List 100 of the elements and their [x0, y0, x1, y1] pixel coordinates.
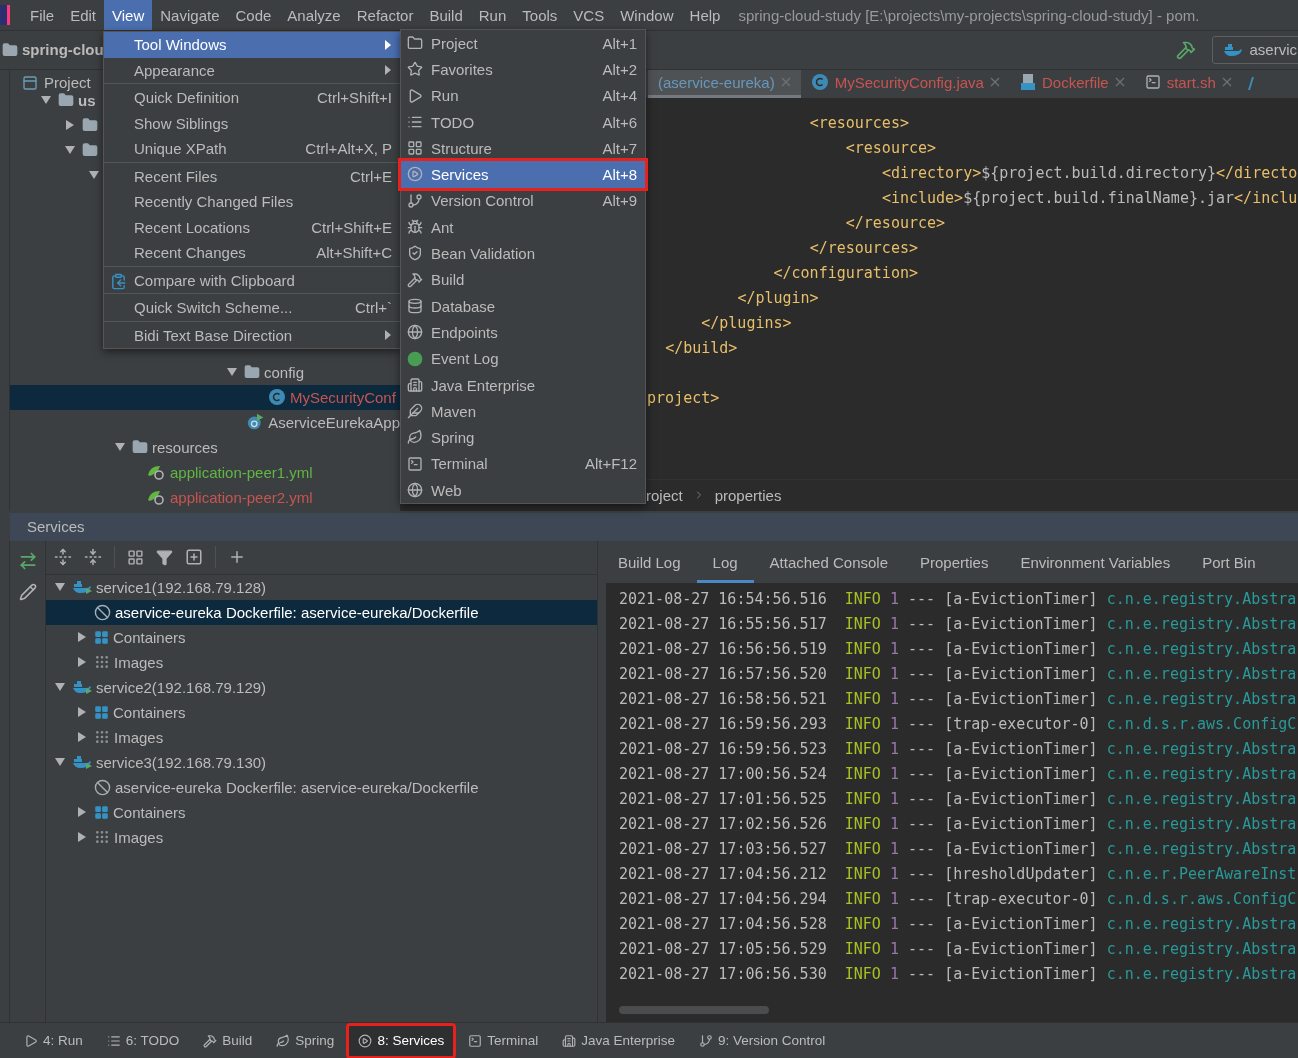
tool-window-button[interactable]: Spring	[266, 1024, 345, 1057]
menu-item[interactable]: TODO Alt+6	[401, 108, 645, 136]
menu-item[interactable]: Recent Files Ctrl+E	[104, 163, 400, 189]
expanded-arrow-icon[interactable]	[54, 681, 66, 693]
service-tree-item[interactable]: aservice-eureka Dockerfile: aservice-eureka/Dockerfile	[115, 778, 479, 796]
collapsed-arrow-icon[interactable]	[64, 119, 76, 132]
edit-icon[interactable]	[18, 582, 37, 601]
service-tree-item[interactable]: Images	[114, 828, 164, 846]
menu-item[interactable]: Event Log	[401, 345, 645, 372]
log-tab[interactable]: Properties	[904, 544, 1005, 583]
menu-item[interactable]: Web	[401, 477, 645, 504]
menu-item[interactable]: Unique XPath Ctrl+Alt+X, P	[104, 136, 400, 162]
collapse-all-icon[interactable]	[84, 548, 102, 566]
collapsed-arrow-icon[interactable]	[76, 706, 88, 718]
menu-item[interactable]: Quick Definition Ctrl+Shift+I	[104, 85, 400, 111]
menu-item[interactable]: View	[104, 0, 153, 30]
menu-item[interactable]: Terminal Alt+F12	[401, 450, 645, 478]
breadcrumb-item[interactable]: roject	[646, 486, 683, 504]
containers-icon	[94, 629, 109, 645]
panel-title[interactable]: Project	[44, 74, 91, 92]
expanded-arrow-icon[interactable]	[54, 581, 66, 593]
menu-item[interactable]: Compare with Clipboard	[104, 267, 400, 293]
menu-item[interactable]: Run	[470, 0, 515, 30]
tree-item[interactable]: resources	[152, 438, 218, 456]
tree-item[interactable]: AserviceEurekaApp	[268, 413, 400, 431]
service-tree-item[interactable]: service2(192.168.79.129)	[96, 678, 267, 696]
collapsed-arrow-icon[interactable]	[76, 806, 88, 818]
service-tree-item[interactable]: Containers	[113, 803, 186, 821]
tool-window-button[interactable]: 9: Version Control	[688, 1024, 836, 1057]
tree-item[interactable]: application-peer1.yml	[170, 463, 313, 481]
menu-item[interactable]: Endpoints	[401, 319, 645, 346]
expand-all-icon[interactable]	[54, 548, 72, 566]
menu-item[interactable]: Tools	[514, 0, 566, 30]
menu-item[interactable]: Bean Validation	[401, 240, 645, 267]
menu-item[interactable]: Refactor	[348, 0, 422, 30]
menu-item[interactable]: Code	[227, 0, 280, 30]
tool-window-button[interactable]: 4: Run	[14, 1024, 93, 1057]
menu-item[interactable]: Appearance	[104, 57, 400, 83]
add-service-icon[interactable]	[185, 548, 203, 566]
log-tab[interactable]: Environment Variables	[1004, 544, 1187, 583]
collapsed-arrow-icon[interactable]	[76, 831, 88, 843]
filter-icon[interactable]	[156, 548, 173, 566]
menu-item[interactable]: Quick Switch Scheme... Ctrl+`	[104, 295, 400, 321]
collapsed-arrow-icon[interactable]	[76, 731, 88, 743]
menu-item[interactable]: Edit	[62, 0, 105, 30]
menu-item[interactable]: Services Alt+8	[401, 161, 645, 188]
service-tree-item[interactable]: service3(192.168.79.130)	[96, 753, 267, 771]
tool-window-button[interactable]: 6: TODO	[96, 1024, 190, 1057]
tool-window-button[interactable]: Java Enterprise	[552, 1024, 685, 1057]
menu-item[interactable]: VCS	[565, 0, 613, 30]
breadcrumb-item[interactable]: spring-clou	[22, 41, 104, 59]
menu-item[interactable]: Database	[401, 292, 645, 320]
menu-item[interactable]: Spring	[401, 424, 645, 451]
scrollbar-thumb[interactable]	[619, 1006, 769, 1015]
menu-item[interactable]: Favorites Alt+2	[401, 56, 645, 83]
tree-item[interactable]: MySecurityConf	[290, 388, 396, 406]
service-tree-item[interactable]: Containers	[113, 628, 186, 646]
log-tab[interactable]: Build Log	[602, 544, 697, 583]
menu-item[interactable]: Analyze	[279, 0, 349, 30]
shield-icon	[407, 245, 423, 262]
collapsed-arrow-icon[interactable]	[76, 656, 88, 668]
service-tree-item[interactable]: Images	[114, 653, 164, 671]
menu-item[interactable]: Recent Locations Ctrl+Shift+E	[104, 214, 400, 240]
menu-item[interactable]: Build	[421, 0, 471, 30]
tool-window-button[interactable]: 8: Services	[348, 1024, 455, 1057]
log-tab[interactable]: Port Bin	[1186, 544, 1272, 583]
menu-item[interactable]: File	[22, 0, 63, 30]
menu-item[interactable]: Java Enterprise	[401, 371, 645, 399]
menu-item[interactable]: Project Alt+1	[401, 30, 645, 57]
log-tab[interactable]: Attached Console	[753, 544, 904, 583]
add-icon[interactable]	[228, 548, 246, 566]
menu-item[interactable]: Version Control Alt+9	[401, 187, 645, 215]
menu-item[interactable]: Window	[612, 0, 682, 30]
collapsed-arrow-icon[interactable]	[76, 631, 88, 643]
menu-item[interactable]: Show Siblings	[104, 110, 400, 136]
log-line: 2021-08-27 17:06:56.530 INFO 1 --- [a-EvictionTimer] c.n.e.registry.Abstra	[619, 963, 1298, 985]
tree-item[interactable]: us	[78, 91, 96, 109]
service-tree-item[interactable]: service1(192.168.79.128)	[96, 578, 267, 596]
menu-item[interactable]: Bidi Text Base Direction	[104, 322, 400, 348]
tool-window-button[interactable]: Terminal	[458, 1024, 549, 1057]
group-icon[interactable]	[127, 548, 144, 566]
menu-item[interactable]: Build	[401, 266, 645, 293]
menu-item[interactable]: Recent Changes Alt+Shift+C	[104, 240, 400, 266]
folder-icon	[244, 364, 260, 381]
menu-item[interactable]: Ant	[401, 214, 645, 241]
menu-item[interactable]: Tool Windows	[104, 32, 400, 58]
menu-item[interactable]: Navigate	[152, 0, 228, 30]
tree-item[interactable]: config	[264, 363, 305, 381]
menu-item[interactable]: Maven	[401, 398, 645, 425]
run-config-selector[interactable]: aservic	[1212, 35, 1298, 64]
menu-item[interactable]: Run Alt+4	[401, 82, 645, 109]
hammer-icon[interactable]	[1176, 39, 1197, 60]
menu-item[interactable]: Structure Alt+7	[401, 135, 645, 162]
breadcrumb-item[interactable]: properties	[714, 486, 782, 504]
tool-window-button[interactable]: Build	[193, 1024, 263, 1057]
menu-item[interactable]: Help	[681, 0, 729, 30]
menu-item[interactable]: Recently Changed Files	[104, 189, 400, 215]
expanded-arrow-icon[interactable]	[54, 756, 66, 768]
service-tree-item[interactable]: Containers	[113, 703, 186, 721]
service-tree-item[interactable]: Images	[114, 728, 164, 746]
